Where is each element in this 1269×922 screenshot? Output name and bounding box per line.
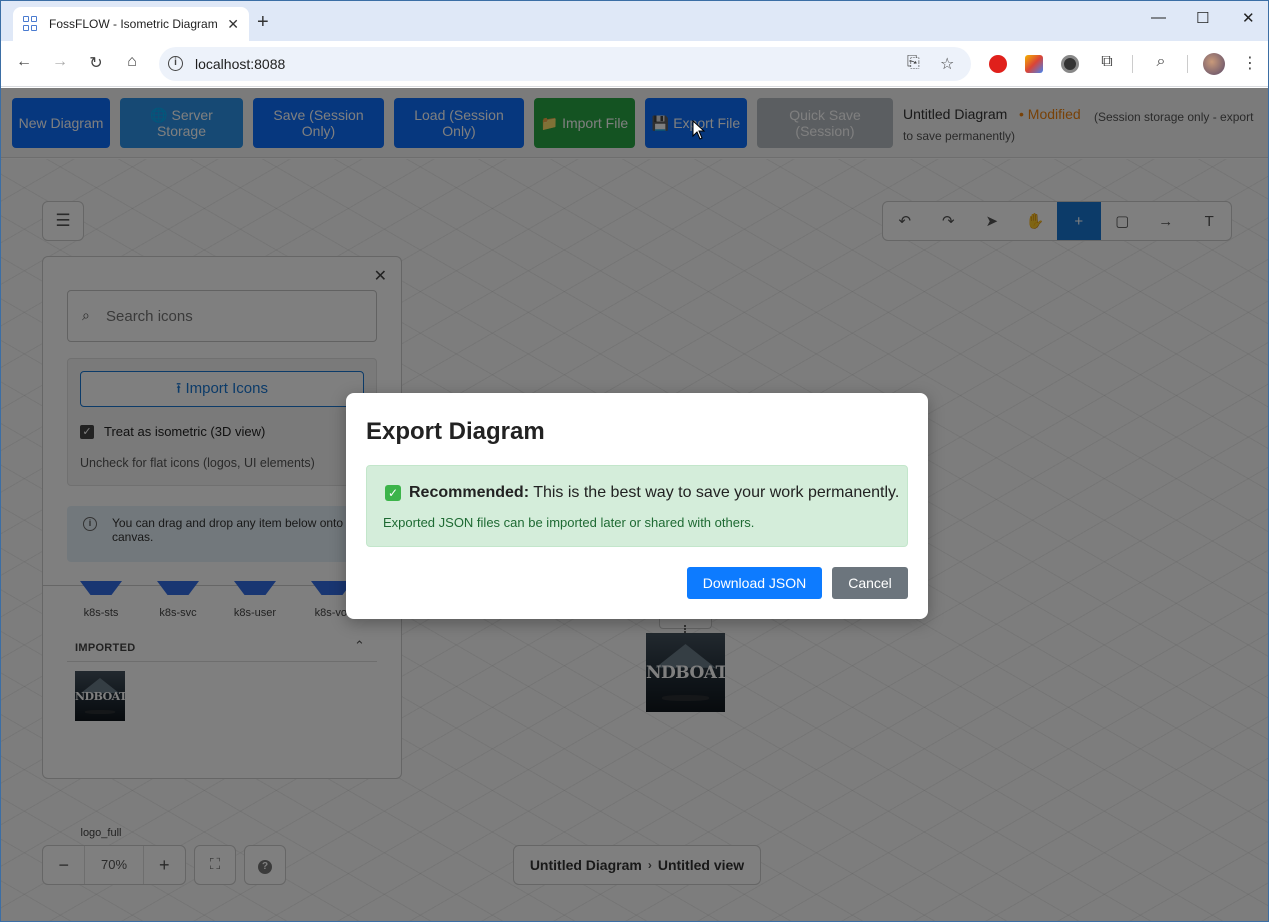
browser-toolbar: ← → ↻ ⌂ i localhost:8088 ⎘ ☆ ⧉ ⌕ ⋮ xyxy=(1,41,1268,87)
new-tab-button[interactable]: + xyxy=(257,11,269,34)
recommended-label: Recommended: xyxy=(409,484,530,501)
tab-title: FossFLOW - Isometric Diagram xyxy=(49,17,218,31)
site-info-icon[interactable]: i xyxy=(168,56,183,71)
extension-color-icon[interactable] xyxy=(1025,55,1043,73)
reload-icon[interactable]: ↻ xyxy=(86,53,106,73)
browser-menu-icon[interactable]: ⋮ xyxy=(1240,53,1260,73)
maximize-button[interactable]: ☐ xyxy=(1196,9,1209,27)
browser-window: FossFLOW - Isometric Diagram ✕ + — ☐ ✕ ←… xyxy=(0,0,1269,922)
extension-gear-icon[interactable] xyxy=(1061,55,1079,73)
back-icon[interactable]: ← xyxy=(14,53,34,71)
export-subtext: Exported JSON files can be imported late… xyxy=(383,515,755,530)
toolbar-divider xyxy=(1132,55,1133,73)
install-app-icon[interactable]: ⎘ xyxy=(907,54,920,72)
recommendation-text: Recommended: This is the best way to sav… xyxy=(409,484,899,502)
dialog-title: Export Diagram xyxy=(366,418,545,445)
extension-red-icon[interactable] xyxy=(989,55,1007,73)
checkmark-icon: ✓ xyxy=(385,485,401,501)
toolbar-divider xyxy=(1187,55,1188,73)
app-grid-icon xyxy=(23,16,39,32)
url-text: localhost:8088 xyxy=(195,56,286,72)
bookmark-star-icon[interactable]: ☆ xyxy=(940,54,954,74)
profile-avatar[interactable] xyxy=(1203,53,1225,75)
tab-strip: FossFLOW - Isometric Diagram ✕ + — ☐ ✕ xyxy=(1,1,1268,41)
cancel-button[interactable]: Cancel xyxy=(832,567,908,599)
minimize-button[interactable]: — xyxy=(1151,9,1166,26)
address-bar[interactable]: i localhost:8088 ⎘ ☆ xyxy=(159,47,971,81)
window-close-button[interactable]: ✕ xyxy=(1242,9,1255,27)
tab-search-icon[interactable]: ⌕ xyxy=(1151,53,1171,71)
extensions-puzzle-icon[interactable]: ⧉ xyxy=(1097,53,1117,71)
browser-tab[interactable]: FossFLOW - Isometric Diagram ✕ xyxy=(13,7,249,41)
export-dialog: Export Diagram ✓ Recommended: This is th… xyxy=(346,393,928,619)
home-icon[interactable]: ⌂ xyxy=(122,53,142,71)
tab-close-icon[interactable]: ✕ xyxy=(227,16,239,33)
mouse-cursor-icon xyxy=(692,120,706,140)
forward-icon[interactable]: → xyxy=(50,53,70,71)
download-json-button[interactable]: Download JSON xyxy=(687,567,822,599)
recommended-body: This is the best way to save your work p… xyxy=(533,484,900,501)
recommendation-alert: ✓ Recommended: This is the best way to s… xyxy=(366,465,908,547)
